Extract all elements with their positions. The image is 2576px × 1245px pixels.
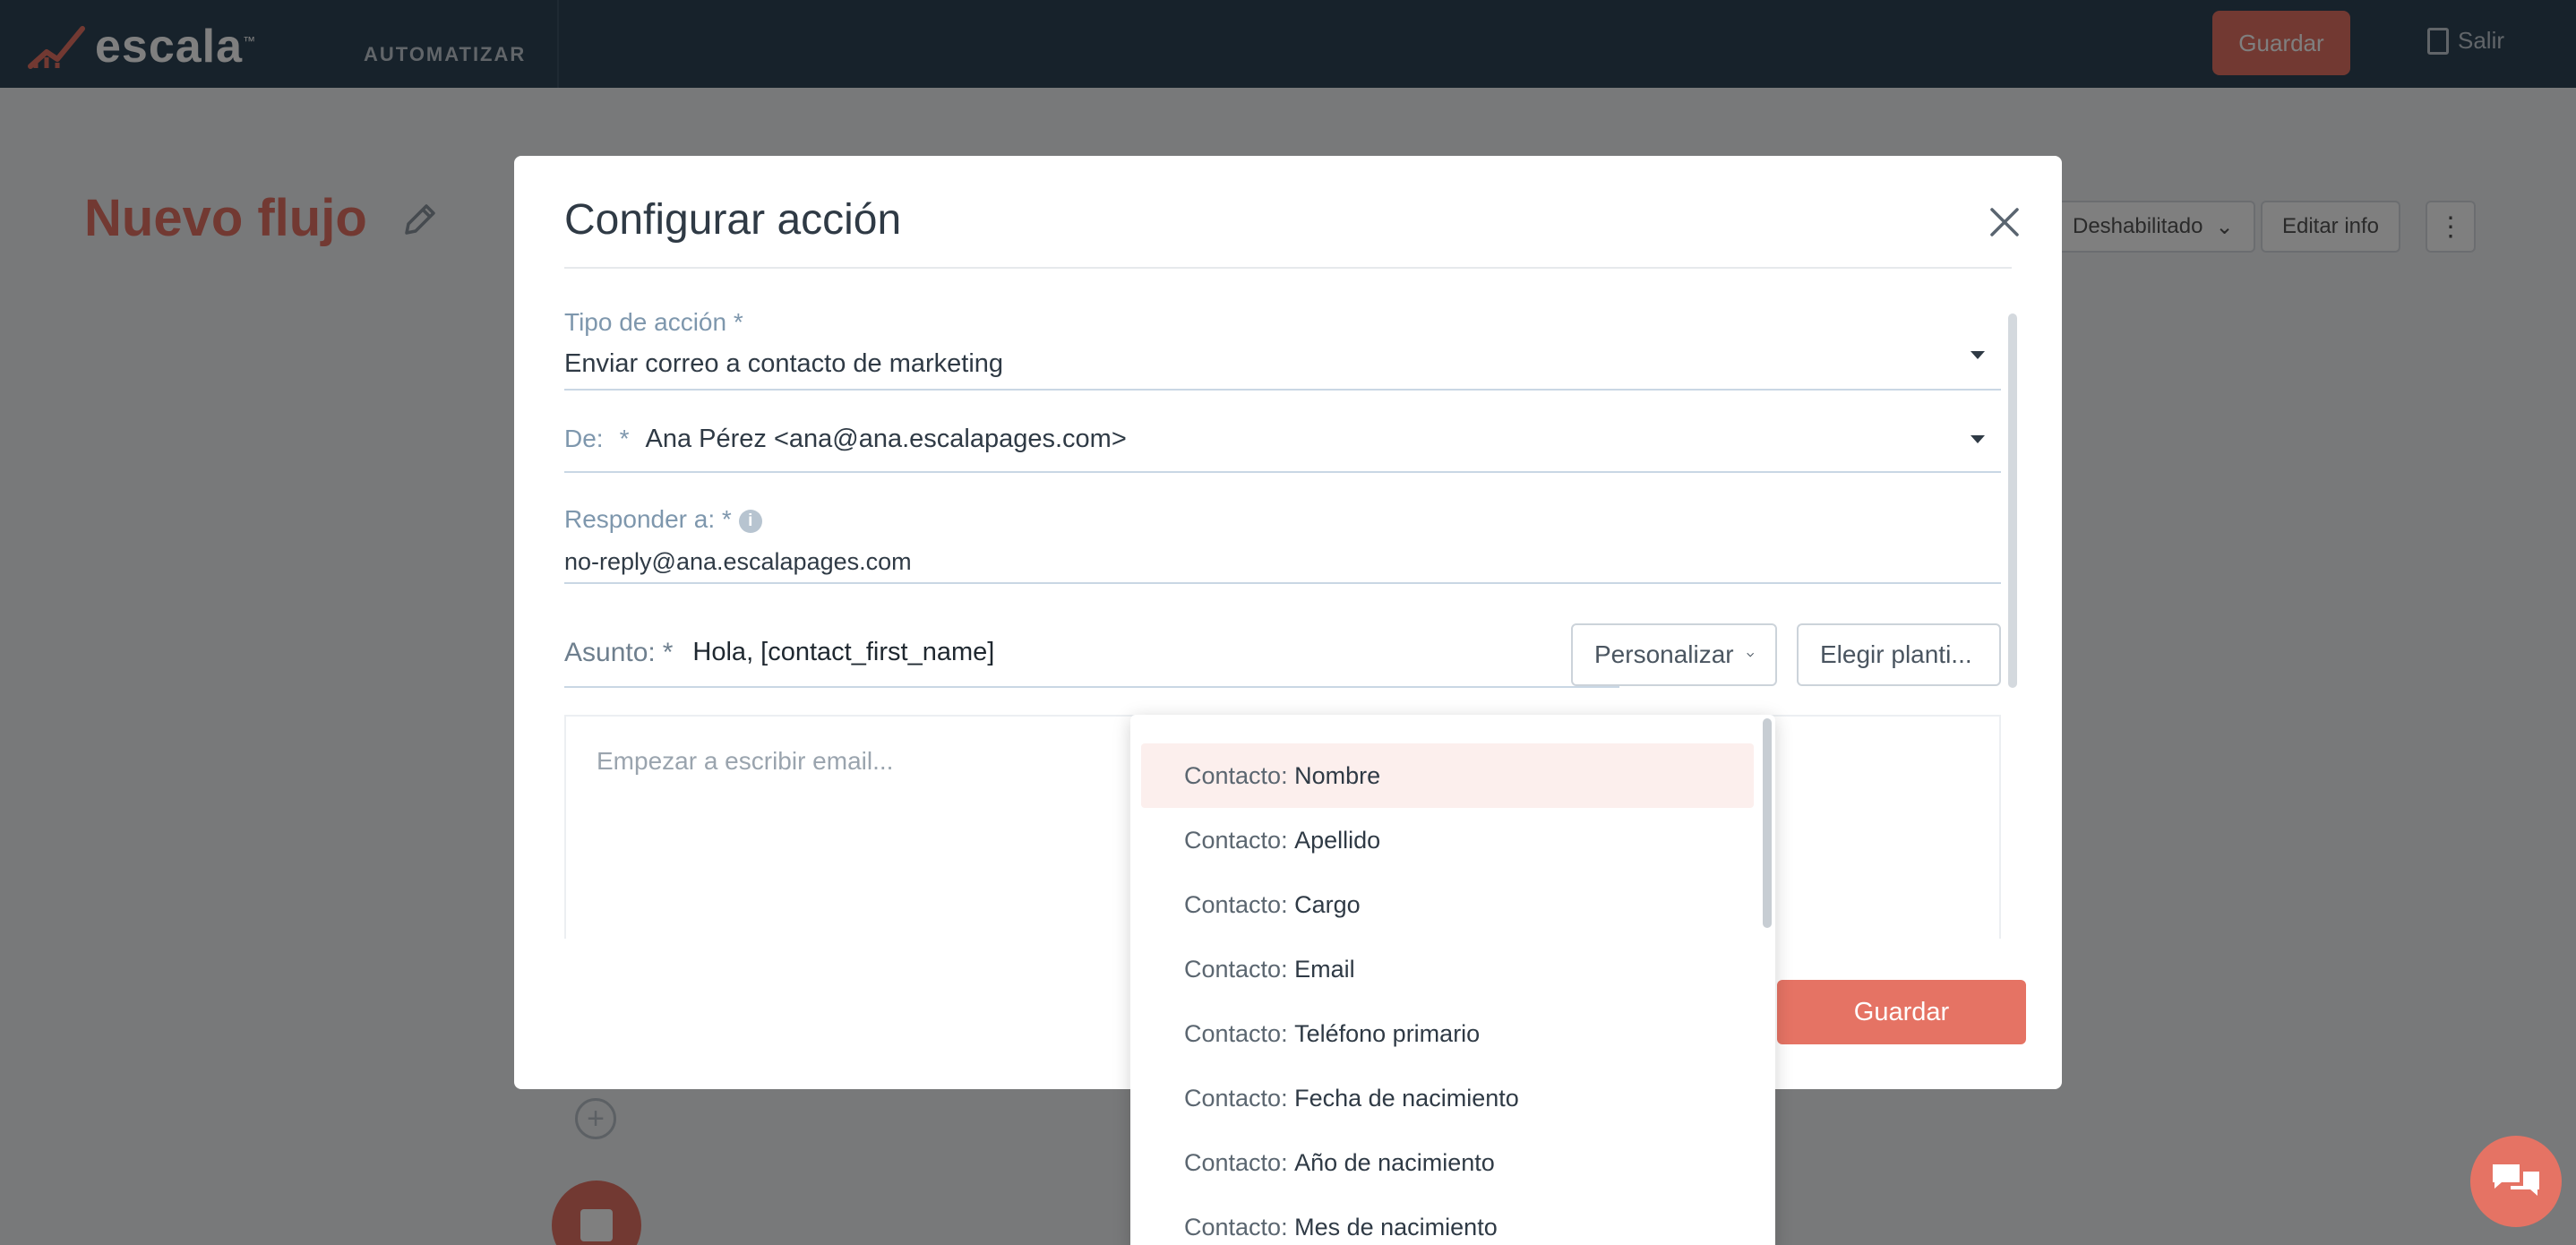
- from-select[interactable]: De: * Ana Pérez <ana@ana.escalapages.com…: [564, 425, 2001, 473]
- caret-down-icon: [1971, 351, 1985, 359]
- dropdown-item-prefix: Contacto:: [1184, 1019, 1288, 1047]
- dropdown-item-prefix: Contacto:: [1184, 890, 1288, 918]
- dropdown-scrollbar[interactable]: [1763, 718, 1772, 928]
- reply-to-field[interactable]: Responder a: * i no-reply@ana.escalapages…: [564, 505, 2001, 584]
- dropdown-item-field: Mes de nacimiento: [1294, 1213, 1498, 1241]
- modal-title: Configurar acción: [564, 196, 902, 244]
- chat-widget-button[interactable]: [2470, 1136, 2562, 1227]
- chat-bubble-icon: [2493, 1164, 2539, 1196]
- modal-scrollbar[interactable]: [2008, 313, 2017, 688]
- personalize-dropdown: Contacto: Nombre Contacto: Apellido Cont…: [1130, 715, 1775, 1245]
- dropdown-item-field: Email: [1294, 955, 1355, 983]
- subject-required-mark: *: [662, 638, 674, 667]
- dropdown-item-prefix: Contacto:: [1184, 1084, 1288, 1112]
- modal-header-divider: [564, 267, 2012, 269]
- dropdown-item-field: Apellido: [1294, 826, 1381, 854]
- dropdown-item-field: Nombre: [1294, 761, 1381, 789]
- dropdown-item-prefix: Contacto:: [1184, 1213, 1288, 1241]
- dropdown-item-apellido[interactable]: Contacto: Apellido: [1141, 808, 1754, 872]
- caret-down-icon: [1971, 435, 1985, 443]
- reply-to-input[interactable]: no-reply@ana.escalapages.com: [564, 548, 2001, 576]
- dropdown-item-prefix: Contacto:: [1184, 826, 1288, 854]
- from-value: Ana Pérez <ana@ana.escalapages.com>: [645, 425, 1127, 453]
- personalize-label: Personalizar: [1594, 640, 1734, 668]
- dropdown-item-field: Año de nacimiento: [1294, 1148, 1495, 1176]
- dropdown-item-telefono[interactable]: Contacto: Teléfono primario: [1141, 1001, 1754, 1066]
- from-label: De:: [564, 425, 604, 452]
- subject-input[interactable]: Hola, [contact_first_name]: [692, 638, 994, 667]
- editor-placeholder: Empezar a escribir email...: [597, 747, 894, 775]
- close-icon[interactable]: [1983, 201, 2026, 244]
- action-type-label: Tipo de acción *: [564, 308, 743, 336]
- dropdown-item-prefix: Contacto:: [1184, 955, 1288, 983]
- info-icon[interactable]: i: [738, 509, 762, 533]
- from-required-mark: *: [619, 425, 630, 452]
- action-type-select[interactable]: Tipo de acción * Enviar correo a contact…: [564, 308, 2001, 391]
- dropdown-item-field: Cargo: [1294, 890, 1361, 918]
- dropdown-item-mes-nacimiento[interactable]: Contacto: Mes de nacimiento: [1141, 1195, 1754, 1245]
- reply-to-label: Responder a: * i: [564, 505, 2001, 534]
- dropdown-item-nombre[interactable]: Contacto: Nombre: [1141, 743, 1754, 808]
- dropdown-item-fecha-nacimiento[interactable]: Contacto: Fecha de nacimiento: [1141, 1066, 1754, 1130]
- dropdown-item-prefix: Contacto:: [1184, 1148, 1288, 1176]
- chevron-down-icon: [1746, 652, 1754, 657]
- dropdown-item-field: Teléfono primario: [1294, 1019, 1481, 1047]
- dropdown-item-cargo[interactable]: Contacto: Cargo: [1141, 872, 1754, 937]
- action-type-value: Enviar correo a contacto de marketing: [564, 349, 1004, 378]
- subject-label: Asunto:: [564, 638, 656, 667]
- personalize-button[interactable]: Personalizar: [1571, 623, 1777, 686]
- subject-field[interactable]: Asunto: * Hola, [contact_first_name]: [564, 638, 1619, 688]
- dropdown-item-prefix: Contacto:: [1184, 761, 1288, 789]
- choose-template-button[interactable]: Elegir planti...: [1797, 623, 2001, 686]
- save-button[interactable]: Guardar: [1777, 980, 2026, 1044]
- dropdown-item-ano-nacimiento[interactable]: Contacto: Año de nacimiento: [1141, 1130, 1754, 1195]
- dropdown-item-field: Fecha de nacimiento: [1294, 1084, 1519, 1112]
- dropdown-item-email[interactable]: Contacto: Email: [1141, 937, 1754, 1001]
